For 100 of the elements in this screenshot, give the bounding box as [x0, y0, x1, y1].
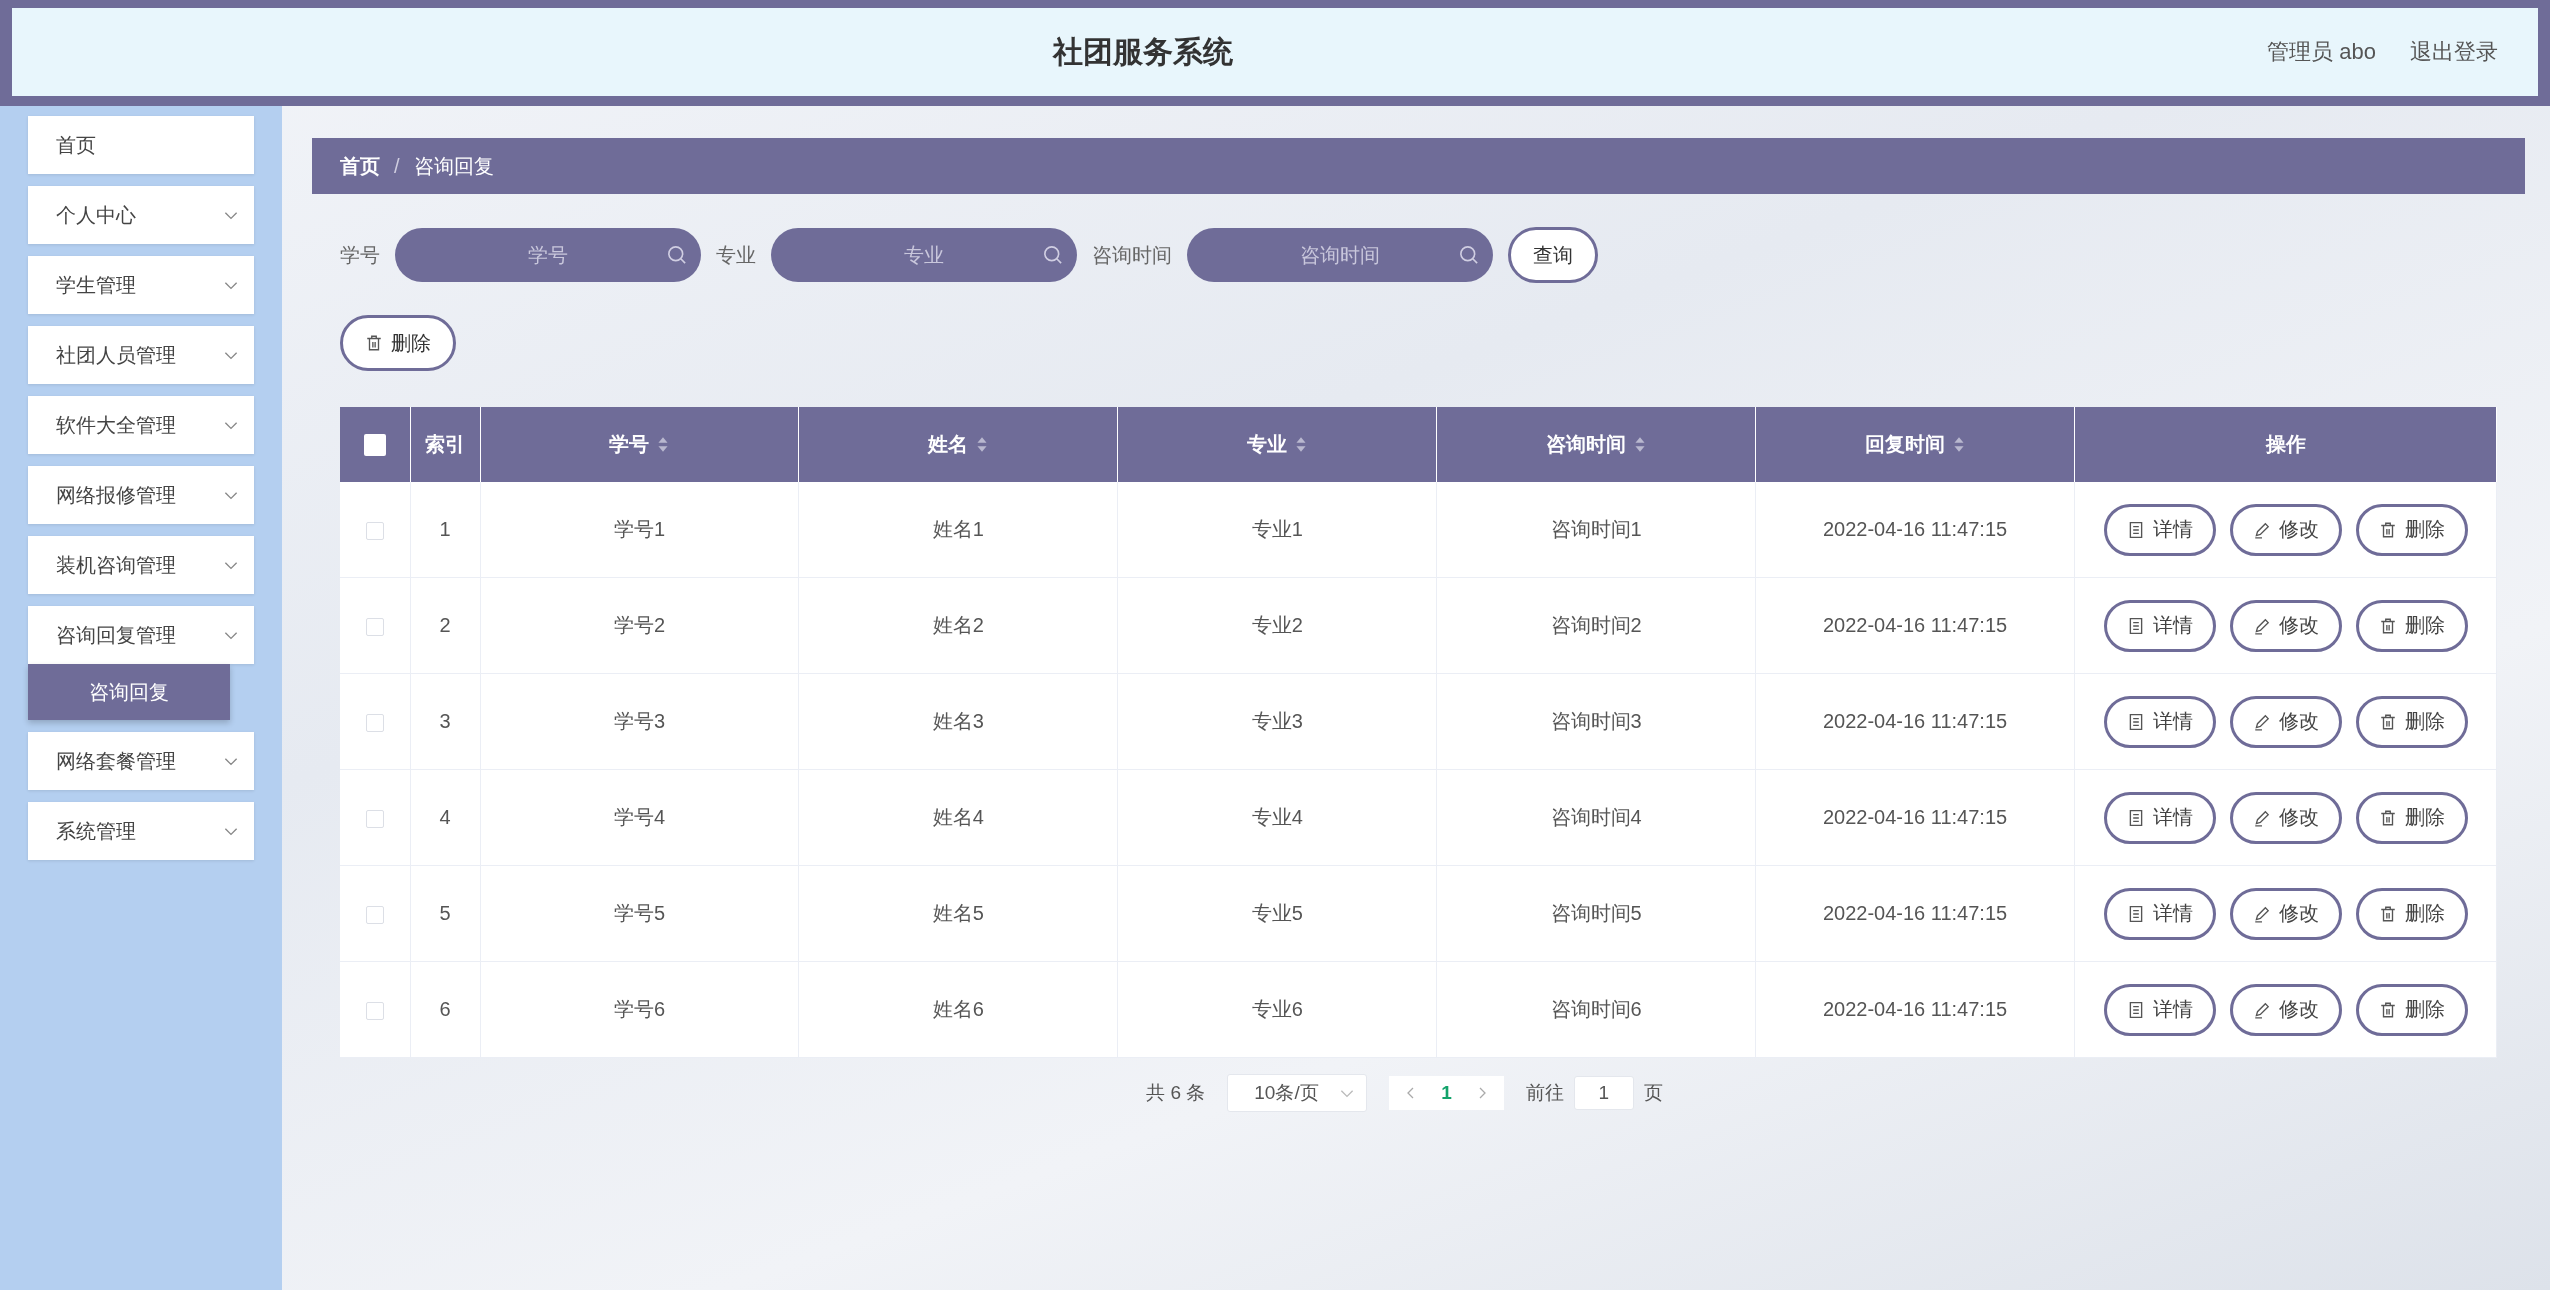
table-cell: 咨询时间4 [1436, 769, 1756, 866]
table-cell: 2022-04-16 11:47:15 [1755, 865, 2075, 962]
table-cell: 咨询时间1 [1436, 482, 1756, 578]
column-header[interactable]: 咨询时间 [1546, 431, 1627, 458]
table-cell: 咨询时间2 [1436, 577, 1756, 674]
sidebar-item[interactable]: 网络报修管理 [28, 466, 254, 524]
sidebar-item[interactable]: 装机咨询管理 [28, 536, 254, 594]
table-cell: 咨询时间6 [1436, 961, 1756, 1058]
breadcrumb-separator: / [394, 154, 400, 178]
submenu-item[interactable]: 咨询回复 [28, 664, 230, 720]
delete-button[interactable]: 删除 [2355, 503, 2468, 556]
row-checkbox[interactable] [365, 905, 384, 924]
edit-button[interactable]: 修改 [2229, 695, 2342, 748]
sidebar-item[interactable]: 社团人员管理 [28, 326, 254, 384]
detail-button[interactable]: 详情 [2103, 887, 2216, 940]
edit-button[interactable]: 修改 [2229, 983, 2342, 1036]
search-field[interactable]: 咨询时间 [1187, 228, 1493, 282]
trash-icon [2378, 808, 2397, 827]
detail-button[interactable]: 详情 [2103, 503, 2216, 556]
table-cell: 专业4 [1117, 769, 1437, 866]
table-cell: 2 [410, 577, 480, 674]
delete-button[interactable]: 删除 [2355, 791, 2468, 844]
table-cell: 学号6 [480, 961, 799, 1058]
column-header[interactable]: 姓名 [928, 431, 969, 458]
table-cell: 6 [410, 961, 480, 1058]
edit-button[interactable]: 修改 [2229, 503, 2342, 556]
sort-icon [1953, 436, 1966, 453]
column-header[interactable]: 学号 [609, 431, 650, 458]
row-checkbox[interactable] [365, 713, 384, 732]
table-cell: 姓名2 [798, 577, 1118, 674]
column-header[interactable]: 回复时间 [1865, 431, 1946, 458]
table-cell: 4 [410, 769, 480, 866]
pencil-icon [2252, 616, 2271, 635]
trash-icon [2378, 616, 2397, 635]
pencil-icon [2252, 904, 2271, 923]
sort-icon [976, 436, 989, 453]
pencil-icon [2252, 808, 2271, 827]
goto-label: 前往 [1525, 1081, 1564, 1105]
column-header[interactable]: 专业 [1247, 431, 1288, 458]
delete-button[interactable]: 删除 [2355, 599, 2468, 652]
sort-icon [1295, 436, 1308, 453]
table-cell: 学号3 [480, 673, 799, 770]
sidebar-item[interactable]: 个人中心 [28, 186, 254, 244]
page-input[interactable]: 1 [1573, 1076, 1634, 1110]
table-cell: 2022-04-16 11:47:15 [1755, 577, 2075, 674]
sort-icon [1634, 436, 1647, 453]
pencil-icon [2252, 1000, 2271, 1019]
detail-button[interactable]: 详情 [2103, 983, 2216, 1036]
table-cell: 咨询时间5 [1436, 865, 1756, 962]
page-size-select[interactable]: 10条/页 [1227, 1074, 1368, 1112]
detail-button[interactable]: 详情 [2103, 695, 2216, 748]
table-cell: 学号5 [480, 865, 799, 962]
search-icon [667, 245, 687, 265]
search-field[interactable]: 学号 [395, 228, 701, 282]
total-count: 共 6 条 [1146, 1081, 1206, 1105]
breadcrumb-link[interactable]: 首页 [340, 152, 380, 180]
sidebar-item[interactable]: 首页 [28, 116, 254, 174]
row-checkbox[interactable] [365, 1001, 384, 1020]
delete-button[interactable]: 删除 [340, 315, 456, 371]
app-title: 社团服务系统 [1051, 33, 1234, 70]
user-label: 管理员 abo [2267, 38, 2376, 66]
table-cell: 姓名5 [798, 865, 1118, 962]
sidebar-item[interactable]: 系统管理 [28, 802, 254, 860]
search-icon [1459, 245, 1479, 265]
delete-button[interactable]: 删除 [2355, 695, 2468, 748]
select-all-checkbox[interactable] [363, 434, 386, 457]
edit-button[interactable]: 修改 [2229, 791, 2342, 844]
search-field[interactable]: 专业 [771, 228, 1077, 282]
sidebar-item[interactable]: 网络套餐管理 [28, 732, 254, 790]
edit-button[interactable]: 修改 [2229, 887, 2342, 940]
pencil-icon [2252, 712, 2271, 731]
query-button[interactable]: 查询 [1508, 227, 1598, 283]
table-cell: 专业3 [1117, 673, 1437, 770]
edit-button[interactable]: 修改 [2229, 599, 2342, 652]
table-cell: 5 [410, 865, 480, 962]
table-cell: 专业6 [1117, 961, 1437, 1058]
table-cell: 姓名4 [798, 769, 1118, 866]
trash-icon [2378, 520, 2397, 539]
table-cell: 学号2 [480, 577, 799, 674]
table-cell: 专业2 [1117, 577, 1437, 674]
field-label: 学号 [340, 242, 380, 268]
row-checkbox[interactable] [365, 809, 384, 828]
delete-button[interactable]: 删除 [2355, 887, 2468, 940]
sidebar-item[interactable]: 咨询回复管理 [28, 606, 254, 664]
sidebar-item[interactable]: 软件大全管理 [28, 396, 254, 454]
row-checkbox[interactable] [365, 521, 384, 540]
table-cell: 咨询时间3 [1436, 673, 1756, 770]
detail-button[interactable]: 详情 [2103, 599, 2216, 652]
row-checkbox[interactable] [365, 617, 384, 636]
field-label: 咨询时间 [1092, 242, 1172, 268]
logout-link[interactable]: 退出登录 [2410, 37, 2498, 67]
search-icon [1043, 245, 1063, 265]
pencil-icon [2252, 520, 2271, 539]
table-cell: 专业1 [1117, 482, 1437, 578]
delete-button[interactable]: 删除 [2355, 983, 2468, 1036]
table-cell: 姓名1 [798, 482, 1118, 578]
table-cell: 2022-04-16 11:47:15 [1755, 673, 2075, 770]
trash-icon [2378, 712, 2397, 731]
sidebar-item[interactable]: 学生管理 [28, 256, 254, 314]
detail-button[interactable]: 详情 [2103, 791, 2216, 844]
